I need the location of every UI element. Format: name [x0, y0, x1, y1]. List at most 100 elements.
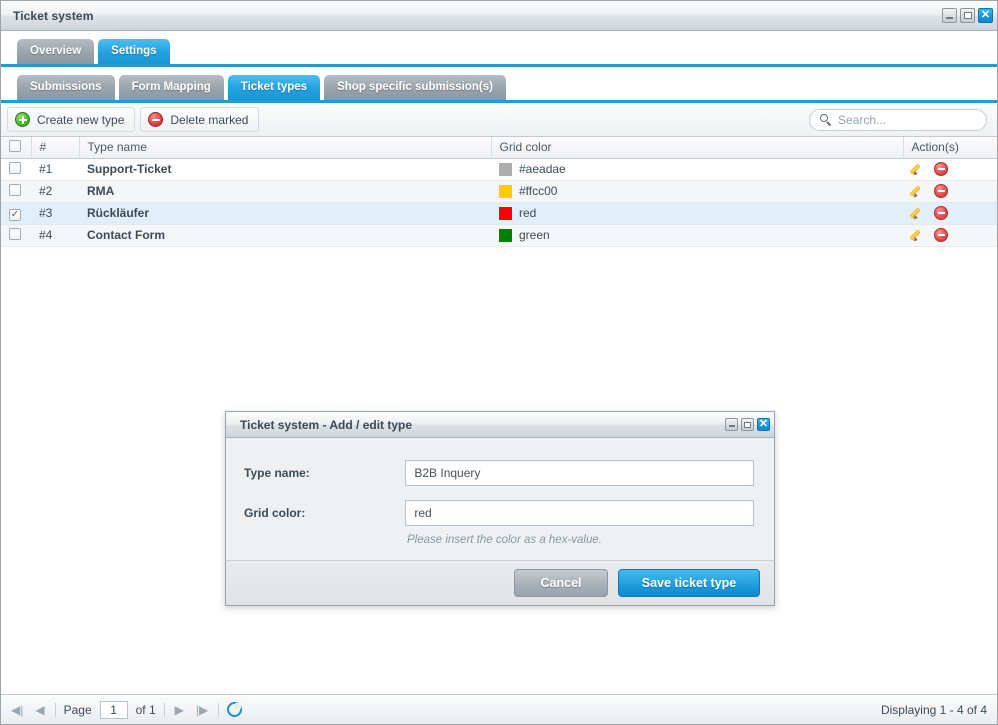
grid-color-label: Grid color:: [244, 506, 306, 520]
delete-icon[interactable]: [934, 184, 948, 198]
column-select-all[interactable]: [1, 137, 32, 159]
window-controls: ✕: [942, 8, 993, 23]
dialog-footer: Cancel Save ticket type: [226, 560, 774, 605]
cancel-button[interactable]: Cancel: [514, 569, 608, 597]
add-edit-type-dialog: Ticket system - Add / edit type ✕ Type n…: [225, 411, 775, 606]
column-type-name[interactable]: Type name: [79, 137, 492, 159]
row-grid-color: red: [491, 202, 903, 225]
row-checkbox-cell[interactable]: ✓: [1, 202, 31, 225]
close-icon[interactable]: ✕: [978, 8, 993, 23]
grid-color-field[interactable]: red: [405, 500, 754, 526]
outer-tabstrip: Overview Settings: [1, 31, 997, 67]
grid-color-hint: Please insert the color as a hex-value.: [407, 534, 602, 546]
minimize-icon[interactable]: [942, 8, 957, 23]
next-page-button[interactable]: ▶: [173, 704, 186, 716]
grid-toolbar: Create new type Delete marked Search...: [1, 103, 997, 137]
row-type-name: RMA: [79, 180, 491, 203]
tab-ticket-types[interactable]: Ticket types: [227, 75, 321, 100]
row-checkbox[interactable]: [9, 183, 21, 196]
edit-icon[interactable]: [911, 206, 925, 220]
row-type-name: Contact Form: [79, 224, 491, 247]
save-ticket-type-button[interactable]: Save ticket type: [618, 569, 760, 597]
color-swatch: [499, 162, 512, 176]
ticket-types-table: # Type name Grid color Action(s) #1 Supp…: [1, 137, 997, 247]
window-titlebar: Ticket system ✕: [1, 1, 997, 31]
row-checkbox[interactable]: [9, 161, 21, 174]
color-swatch: [499, 206, 512, 220]
dialog-window-controls: ✕: [725, 418, 770, 431]
maximize-icon[interactable]: [960, 8, 975, 23]
dialog-titlebar: Ticket system - Add / edit type ✕: [226, 412, 774, 438]
window-title: Ticket system: [13, 8, 94, 23]
tab-shop-specific-submissions[interactable]: Shop specific submission(s): [324, 75, 506, 100]
create-new-type-label: Create new type: [37, 112, 125, 127]
type-name-field[interactable]: B2B Inquery: [405, 460, 754, 486]
ticket-types-grid: # Type name Grid color Action(s) #1 Supp…: [1, 137, 997, 694]
color-swatch: [499, 184, 512, 198]
row-grid-color: green: [491, 224, 903, 247]
tab-form-mapping[interactable]: Form Mapping: [118, 75, 224, 100]
dialog-body: Type name: B2B Inquery Grid color: red P…: [226, 438, 774, 560]
page-number-input[interactable]: 1: [99, 700, 128, 719]
dialog-close-icon[interactable]: ✕: [757, 418, 770, 431]
edit-icon[interactable]: [911, 162, 925, 176]
table-row[interactable]: #4 Contact Form green: [1, 224, 997, 247]
row-grid-color: #ffcc00: [491, 180, 903, 203]
row-checkbox-cell[interactable]: [1, 180, 31, 203]
search-input[interactable]: Search...: [809, 108, 987, 131]
color-label: red: [519, 206, 537, 220]
row-checkbox-cell[interactable]: [1, 224, 31, 247]
column-grid-color[interactable]: Grid color: [491, 137, 904, 159]
table-row[interactable]: #1 Support-Ticket #aeadae: [1, 158, 997, 181]
pager-divider: [163, 702, 165, 717]
plus-icon: [15, 112, 30, 127]
row-number: #2: [31, 180, 79, 203]
dialog-title: Ticket system - Add / edit type: [240, 417, 413, 432]
refresh-icon[interactable]: [227, 702, 243, 717]
row-actions: [903, 180, 997, 203]
row-actions: [903, 158, 997, 181]
pager-divider: [54, 702, 56, 717]
pager-divider: [218, 702, 220, 717]
row-checkbox-cell[interactable]: [1, 158, 31, 181]
row-grid-color: #aeadae: [491, 158, 903, 181]
inner-tabstrip: Submissions Form Mapping Ticket types Sh…: [1, 67, 997, 103]
row-type-name: Rückläufer: [79, 202, 491, 225]
column-actions: Action(s): [903, 137, 997, 159]
row-number: #3: [31, 202, 79, 225]
minus-icon: [148, 112, 164, 127]
delete-marked-label: Delete marked: [170, 112, 249, 127]
table-body: #1 Support-Ticket #aeadae #2 RMA #ffcc00…: [1, 158, 997, 247]
select-all-checkbox[interactable]: [9, 139, 21, 152]
row-number: #1: [31, 158, 79, 181]
delete-icon[interactable]: [934, 162, 948, 176]
pagination-bar: ◀| ◀ Page 1 of 1 ▶ |▶ Displaying 1 - 4 o…: [1, 694, 997, 724]
color-swatch: [499, 228, 512, 242]
table-row[interactable]: ✓ #3 Rückläufer red: [1, 202, 997, 225]
tab-overview[interactable]: Overview: [17, 39, 95, 64]
edit-icon[interactable]: [911, 184, 925, 198]
last-page-button[interactable]: |▶: [194, 704, 210, 716]
create-new-type-button[interactable]: Create new type: [7, 107, 136, 132]
ticket-system-window: Ticket system ✕ Overview Settings Submis…: [0, 0, 998, 725]
delete-icon[interactable]: [934, 206, 948, 220]
search-placeholder: Search...: [838, 112, 887, 127]
row-number: #4: [31, 224, 79, 247]
dialog-minimize-icon[interactable]: [725, 418, 738, 431]
row-checkbox[interactable]: [9, 227, 21, 240]
grid-color-row: Grid color: red: [244, 500, 754, 526]
color-label: green: [519, 228, 550, 242]
column-number[interactable]: #: [31, 137, 80, 159]
tab-settings[interactable]: Settings: [98, 39, 170, 64]
first-page-button[interactable]: ◀|: [9, 704, 25, 716]
dialog-maximize-icon[interactable]: [741, 418, 754, 431]
delete-icon[interactable]: [934, 228, 948, 242]
search-icon: [820, 113, 832, 126]
tab-submissions[interactable]: Submissions: [17, 75, 115, 100]
table-row[interactable]: #2 RMA #ffcc00: [1, 180, 997, 203]
prev-page-button[interactable]: ◀: [33, 704, 46, 716]
pagination-status: Displaying 1 - 4 of 4: [880, 702, 987, 717]
edit-icon[interactable]: [911, 228, 925, 242]
row-checkbox[interactable]: ✓: [9, 208, 21, 221]
delete-marked-button[interactable]: Delete marked: [140, 107, 260, 132]
